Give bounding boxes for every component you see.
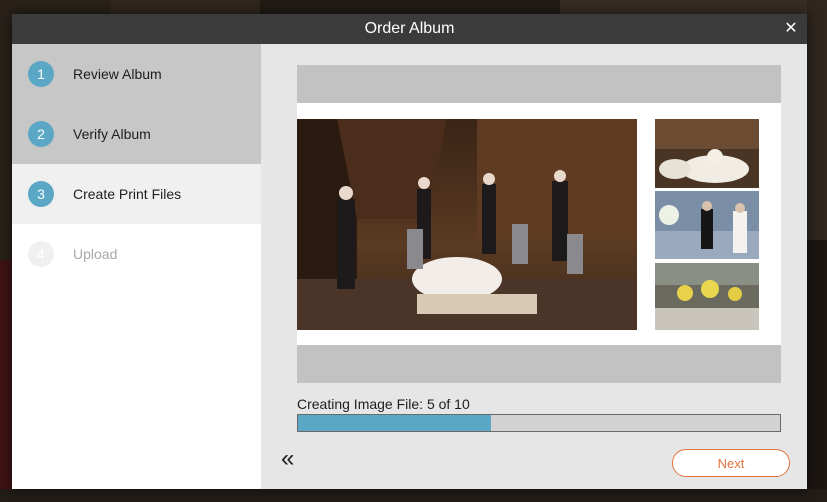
photo-reception-hall — [655, 119, 759, 188]
dialog-titlebar: Order Album ✕ — [12, 14, 807, 44]
progress-status-text: Creating Image File: 5 of 10 — [297, 396, 470, 412]
step-label: Create Print Files — [73, 186, 182, 202]
progress-bar-fill — [298, 415, 491, 431]
photo-wedding-party — [297, 119, 637, 330]
next-button[interactable]: Next — [672, 449, 790, 477]
step-upload: 4 Upload — [12, 224, 261, 284]
photo-floral-centerpieces — [655, 263, 759, 330]
main-panel: Creating Image File: 5 of 10 « Next — [261, 44, 807, 489]
step-verify-album[interactable]: 2 Verify Album — [12, 104, 261, 164]
step-label: Upload — [73, 246, 118, 262]
double-chevron-left-icon[interactable]: « — [281, 446, 303, 472]
dialog-title: Order Album — [364, 20, 455, 37]
step-number-badge: 2 — [28, 121, 54, 147]
steps-sidebar: 1 Review Album 2 Verify Album 3 Create P… — [12, 44, 261, 489]
preview-top-band — [297, 65, 781, 103]
close-icon[interactable]: ✕ — [783, 20, 799, 38]
photo-couple-reception — [655, 191, 759, 259]
preview-bottom-band — [297, 345, 781, 383]
step-number-badge: 4 — [28, 241, 54, 267]
step-number-badge: 3 — [28, 181, 54, 207]
progress-bar — [297, 414, 781, 432]
album-page-preview — [297, 65, 781, 383]
order-album-dialog: Order Album ✕ 1 Review Album 2 Verify Al… — [12, 14, 807, 489]
step-create-print-files[interactable]: 3 Create Print Files — [12, 164, 261, 224]
step-number-badge: 1 — [28, 61, 54, 87]
step-label: Review Album — [73, 66, 162, 82]
step-label: Verify Album — [73, 126, 151, 142]
step-review-album[interactable]: 1 Review Album — [12, 44, 261, 104]
